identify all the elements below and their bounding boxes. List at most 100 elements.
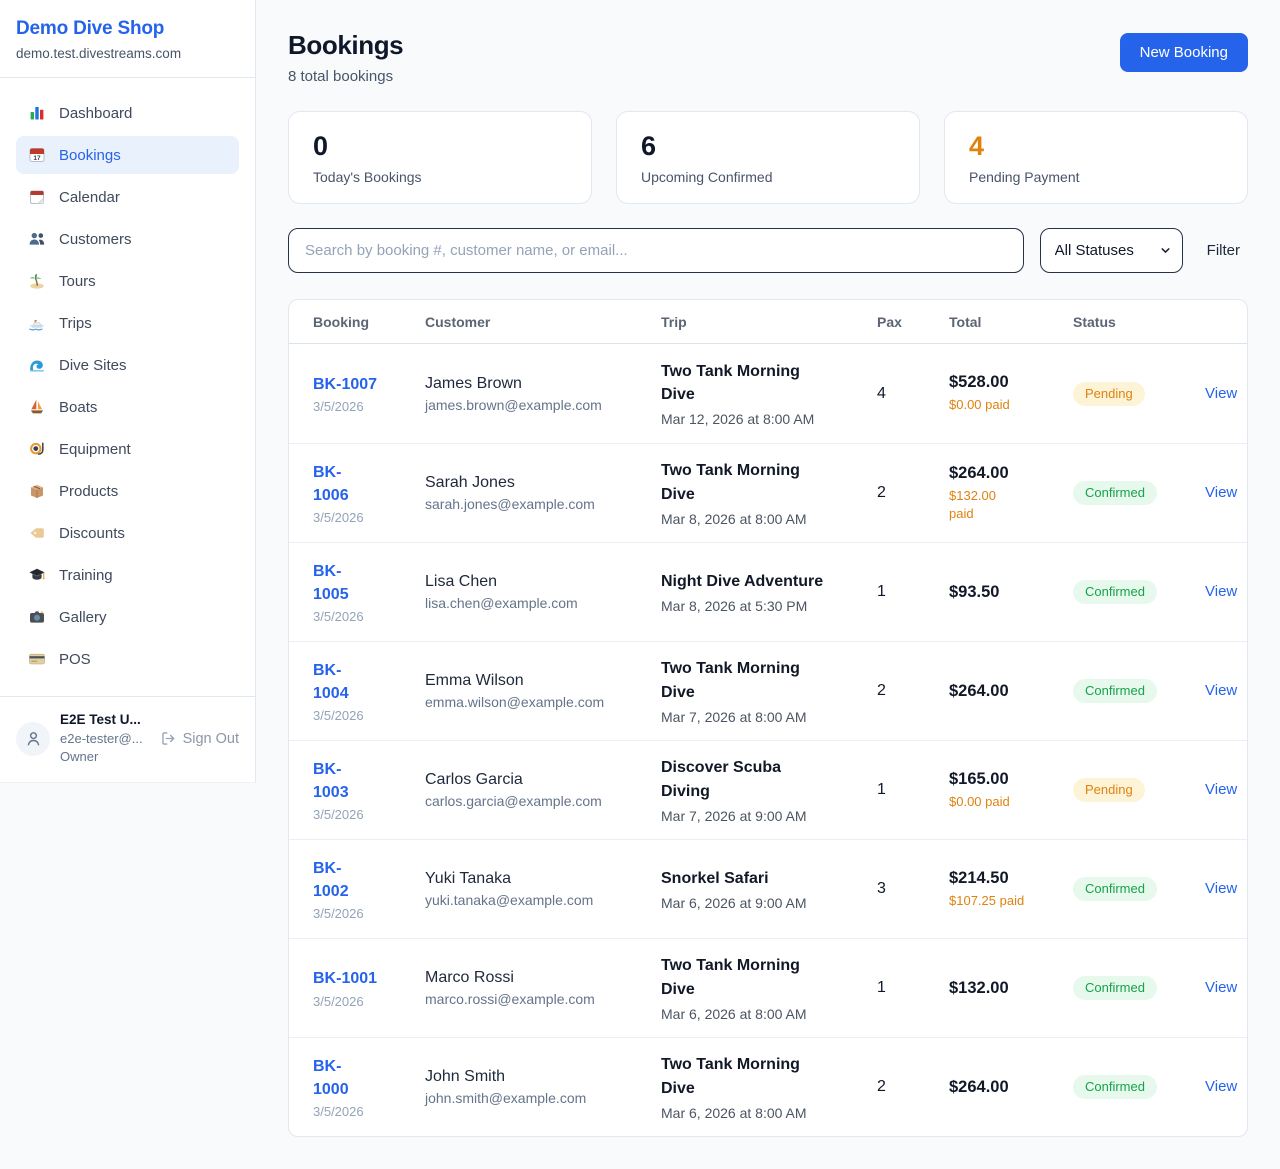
sidebar-item-trips[interactable]: Trips: [16, 304, 239, 342]
credit-card-icon: [28, 650, 46, 668]
pax-count: 4: [877, 385, 949, 403]
person-icon: [24, 729, 43, 748]
table-row: BK-10043/5/2026Emma Wilsonemma.wilson@ex…: [289, 641, 1247, 740]
total-amount: $214.50: [949, 869, 1073, 888]
sidebar-item-dashboard[interactable]: Dashboard: [16, 94, 239, 132]
paid-amount: $0.00 paid: [949, 793, 1073, 811]
new-booking-button[interactable]: New Booking: [1120, 33, 1248, 72]
trip-name: Two Tank MorningDive: [661, 657, 877, 703]
sidebar-item-equipment[interactable]: Equipment: [16, 430, 239, 468]
sidebar-item-label: Bookings: [59, 147, 121, 164]
sidebar-item-dive-sites[interactable]: Dive Sites: [16, 346, 239, 384]
trip-name: Two Tank MorningDive: [661, 360, 877, 406]
view-link[interactable]: View: [1205, 781, 1237, 798]
trip-datetime: Mar 8, 2026 at 5:30 PM: [661, 598, 877, 614]
user-email: e2e-tester@...: [60, 730, 143, 748]
customer-email: john.smith@example.com: [425, 1090, 661, 1106]
booking-date: 3/5/2026: [313, 609, 425, 624]
filter-button[interactable]: Filter: [1199, 242, 1248, 259]
sidebar-item-label: Customers: [59, 231, 132, 248]
app-page: Demo Dive Shop demo.test.divestreams.com…: [0, 0, 1280, 1169]
sidebar-item-gallery[interactable]: Gallery: [16, 598, 239, 636]
column-header-customer: Customer: [425, 300, 661, 343]
total-amount: $132.00: [949, 979, 1073, 998]
customer-name: Lisa Chen: [425, 573, 661, 591]
booking-id-link[interactable]: BK-1001: [313, 967, 377, 990]
sailboat-icon: [28, 398, 46, 416]
tag-icon: [28, 524, 46, 542]
stat-value: 6: [641, 131, 895, 162]
sidebar-item-label: Dashboard: [59, 105, 132, 122]
sidebar-item-boats[interactable]: Boats: [16, 388, 239, 426]
pax-count: 1: [877, 583, 949, 601]
view-link[interactable]: View: [1205, 1078, 1237, 1095]
view-link[interactable]: View: [1205, 682, 1237, 699]
search-input[interactable]: [288, 228, 1024, 273]
pax-count: 2: [877, 682, 949, 700]
trip-name: Discover ScubaDiving: [661, 756, 877, 802]
pax-count: 1: [877, 979, 949, 997]
sidebar-item-label: Training: [59, 567, 113, 584]
toolbar: All Statuses Filter: [288, 228, 1248, 273]
sign-out-label: Sign Out: [183, 731, 239, 747]
trip-name: Two Tank MorningDive: [661, 1053, 877, 1099]
booking-id-link[interactable]: BK-1000: [313, 1055, 349, 1101]
page-title: Bookings: [288, 30, 403, 61]
status-badge: Confirmed: [1073, 580, 1157, 604]
user-info: E2E Test U... e2e-tester@... Owner: [60, 711, 143, 766]
table-row: BK-10033/5/2026Carlos Garciacarlos.garci…: [289, 740, 1247, 839]
sidebar-item-label: Trips: [59, 315, 92, 332]
trip-datetime: Mar 8, 2026 at 8:00 AM: [661, 511, 877, 527]
table-header: Booking Customer Trip Pax Total Status: [289, 300, 1247, 344]
sidebar-item-calendar[interactable]: Calendar: [16, 178, 239, 216]
customer-name: John Smith: [425, 1068, 661, 1086]
package-icon: [28, 482, 46, 500]
trip-name: Night Dive Adventure: [661, 570, 877, 593]
trip-datetime: Mar 6, 2026 at 8:00 AM: [661, 1006, 877, 1022]
sidebar-item-discounts[interactable]: Discounts: [16, 514, 239, 552]
total-amount: $165.00: [949, 770, 1073, 789]
sidebar-item-label: Tours: [59, 273, 96, 290]
booking-id-link[interactable]: BK-1003: [313, 758, 349, 804]
sidebar-item-tours[interactable]: Tours: [16, 262, 239, 300]
paid-amount: $107.25 paid: [949, 892, 1073, 910]
graduation-cap-icon: [28, 566, 46, 584]
sidebar-item-products[interactable]: Products: [16, 472, 239, 510]
booking-id-link[interactable]: BK-1007: [313, 373, 377, 396]
customer-email: emma.wilson@example.com: [425, 694, 661, 710]
view-link[interactable]: View: [1205, 880, 1237, 897]
avatar: [16, 722, 50, 756]
calendar-icon: [28, 188, 46, 206]
booking-id-link[interactable]: BK-1005: [313, 560, 349, 606]
user-role: Owner: [60, 748, 143, 766]
sidebar-item-bookings[interactable]: 17Bookings: [16, 136, 239, 174]
sidebar-item-label: Calendar: [59, 189, 120, 206]
booking-id-link[interactable]: BK-1006: [313, 461, 349, 507]
pax-count: 3: [877, 880, 949, 898]
sidebar-item-customers[interactable]: Customers: [16, 220, 239, 258]
status-filter-wrap: All Statuses: [1040, 228, 1183, 273]
status-badge: Confirmed: [1073, 481, 1157, 505]
booking-id-link[interactable]: BK-1004: [313, 659, 349, 705]
sign-out-button[interactable]: Sign Out: [160, 730, 239, 747]
sidebar-item-pos[interactable]: POS: [16, 640, 239, 678]
trip-name: Two Tank MorningDive: [661, 459, 877, 505]
stat-card-todays-bookings: 0 Today's Bookings: [288, 111, 592, 204]
total-bookings-count: 8 total bookings: [288, 68, 403, 85]
sidebar-item-training[interactable]: Training: [16, 556, 239, 594]
status-filter-select[interactable]: All Statuses: [1040, 228, 1183, 273]
booking-id-link[interactable]: BK-1002: [313, 857, 349, 903]
paid-amount: $0.00 paid: [949, 396, 1073, 414]
customer-name: James Brown: [425, 375, 661, 393]
view-link[interactable]: View: [1205, 484, 1237, 501]
status-badge: Confirmed: [1073, 877, 1157, 901]
view-link[interactable]: View: [1205, 385, 1237, 402]
speedboat-icon: [28, 314, 46, 332]
customers-icon: [28, 230, 46, 248]
stats-row: 0 Today's Bookings 6 Upcoming Confirmed …: [288, 111, 1248, 204]
table-row: BK-10013/5/2026Marco Rossimarco.rossi@ex…: [289, 938, 1247, 1037]
view-link[interactable]: View: [1205, 979, 1237, 996]
view-link[interactable]: View: [1205, 583, 1237, 600]
total-amount: $264.00: [949, 1078, 1073, 1097]
table-row: BK-10003/5/2026John Smithjohn.smith@exam…: [289, 1037, 1247, 1136]
